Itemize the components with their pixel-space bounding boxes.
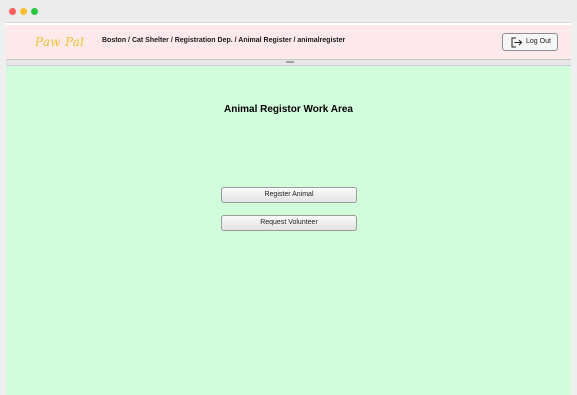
close-icon[interactable] [9,8,16,15]
register-animal-button[interactable]: Register Animal [221,187,357,203]
logout-button[interactable]: Log Out [502,33,558,51]
minimize-icon[interactable] [20,8,27,15]
app-logo: Paw Pal [35,35,85,49]
logout-icon [511,37,523,48]
request-volunteer-button[interactable]: Request Volunteer [221,215,357,231]
breadcrumb: Boston / Cat Shelter / Registration Dep.… [102,37,346,44]
work-area-title: Animal Registor Work Area [224,104,353,115]
logout-label: Log Out [526,38,551,45]
work-area-panel: Animal Registor Work Area Register Anima… [6,66,571,395]
window-right-edge [571,22,577,395]
divider-grip-icon[interactable] [286,61,294,63]
header-bar: Paw Pal Boston / Cat Shelter / Registrat… [6,25,571,60]
app-window: Paw Pal Boston / Cat Shelter / Registrat… [0,0,577,395]
maximize-icon[interactable] [31,8,38,15]
window-titlebar [0,0,577,23]
